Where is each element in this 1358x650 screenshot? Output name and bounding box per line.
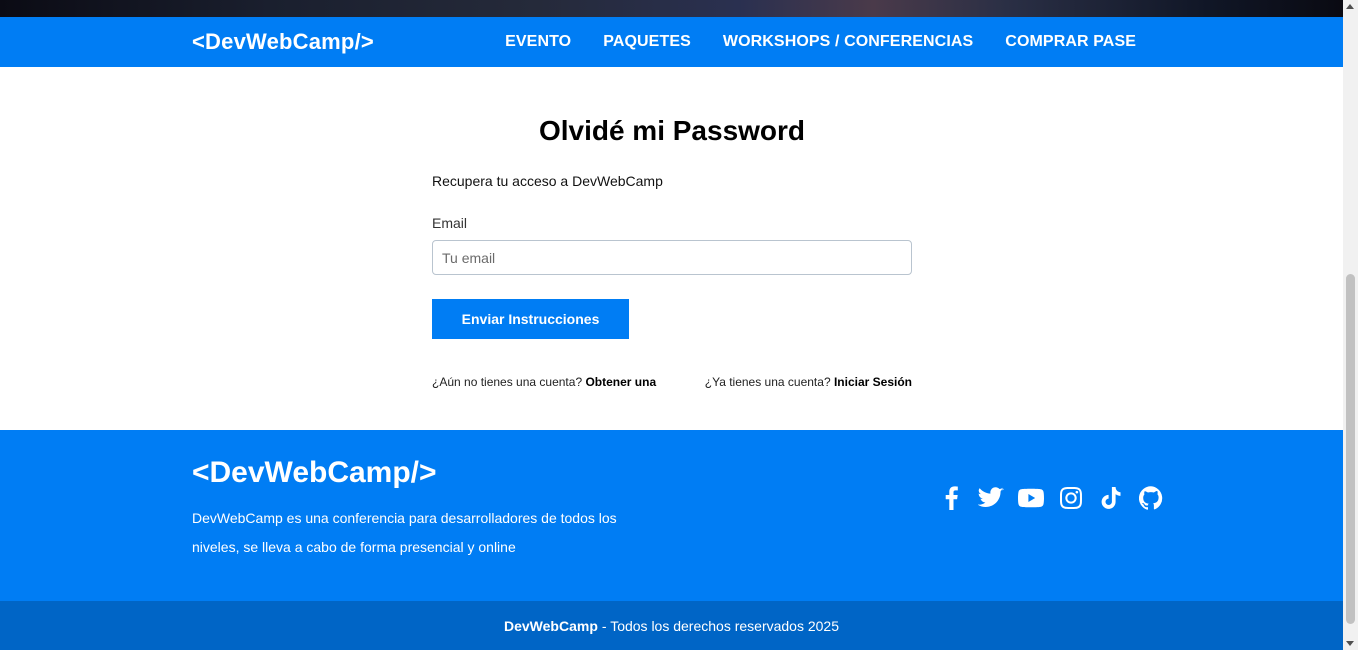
register-text: ¿Aún no tienes una cuenta? — [432, 375, 583, 389]
footer-description: DevWebCamp es una conferencia para desar… — [192, 510, 617, 555]
copyright-brand: DevWebCamp — [504, 617, 598, 634]
page-description: Recupera tu acceso a DevWebCamp — [432, 173, 663, 189]
github-icon[interactable] — [1138, 485, 1164, 511]
youtube-icon[interactable] — [1018, 485, 1044, 511]
twitter-icon[interactable] — [978, 485, 1004, 511]
instagram-icon[interactable] — [1058, 485, 1084, 511]
copyright-bar: DevWebCamp - Todos los derechos reservad… — [0, 601, 1343, 650]
copyright-text: - Todos los derechos reservados 2025 — [601, 617, 839, 634]
page-scrollbar[interactable] — [1343, 0, 1358, 650]
email-label: Email — [432, 215, 468, 231]
site-footer: <DevWebCamp/> DevWebCamp es una conferen… — [0, 430, 1343, 601]
login-link[interactable]: Iniciar Sesión — [834, 375, 912, 389]
auth-links: ¿Aún no tienes una cuenta? Obtener una ¿… — [432, 375, 912, 389]
brand-logo[interactable]: <DevWebCamp/> — [192, 29, 374, 55]
nav-paquetes[interactable]: PAQUETES — [603, 33, 691, 51]
tiktok-icon[interactable] — [1098, 485, 1124, 511]
page: <DevWebCamp/> EVENTO PAQUETES WORKSHOPS … — [0, 0, 1343, 650]
scroll-thumb[interactable] — [1346, 274, 1355, 624]
nav-workshops[interactable]: WORKSHOPS / CONFERENCIAS — [723, 33, 973, 51]
facebook-icon[interactable] — [938, 485, 964, 511]
footer-brand-logo[interactable]: <DevWebCamp/> — [192, 456, 437, 490]
register-link[interactable]: Obtener una — [585, 375, 656, 389]
page-title: Olvidé mi Password — [538, 115, 806, 146]
send-instructions-button[interactable]: Enviar Instrucciones — [432, 299, 629, 339]
email-field[interactable] — [432, 240, 912, 275]
main-nav: EVENTO PAQUETES WORKSHOPS / CONFERENCIAS… — [505, 33, 1136, 51]
social-links — [938, 485, 1164, 511]
login-prompt: ¿Ya tienes una cuenta? Iniciar Sesión — [705, 375, 912, 389]
hero-image-strip — [0, 0, 1343, 17]
scroll-down-arrow-icon[interactable] — [1346, 641, 1354, 646]
scroll-up-arrow-icon[interactable] — [1346, 4, 1354, 9]
nav-evento[interactable]: EVENTO — [505, 33, 571, 51]
register-prompt: ¿Aún no tienes una cuenta? Obtener una — [432, 375, 656, 389]
top-navbar: <DevWebCamp/> EVENTO PAQUETES WORKSHOPS … — [0, 17, 1343, 67]
login-text: ¿Ya tienes una cuenta? — [704, 375, 831, 389]
nav-comprar-pase[interactable]: COMPRAR PASE — [1005, 33, 1136, 51]
